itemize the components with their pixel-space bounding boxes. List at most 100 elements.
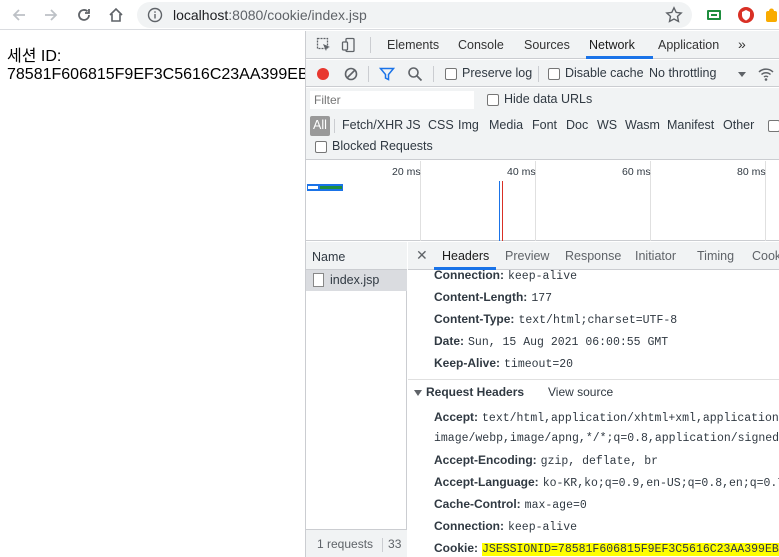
header-key: Cache-Control: xyxy=(434,497,521,511)
back-arrow-icon xyxy=(12,9,25,21)
url-text: localhost:8080/cookie/index.jsp xyxy=(173,7,367,23)
more-tabs-button[interactable]: » xyxy=(738,36,746,52)
home-button[interactable] xyxy=(106,5,126,25)
header-key: Cookie: xyxy=(434,541,479,555)
response-header-row: Content-Length: 177 xyxy=(434,290,552,305)
network-overview: 20 ms 40 ms 60 ms 80 ms xyxy=(306,161,779,241)
filter-funnel-icon[interactable] xyxy=(379,66,395,82)
reload-button[interactable] xyxy=(74,5,94,25)
expand-triangle-icon xyxy=(414,389,422,396)
tab-application[interactable]: Application xyxy=(658,38,719,52)
hide-data-urls-checkbox[interactable] xyxy=(487,94,499,106)
header-value: gzip, deflate, br xyxy=(540,455,658,468)
request-headers-title: Request Headers xyxy=(426,385,525,399)
header-value: ko-KR,ko;q=0.9,en-US;q=0.8,en;q=0.7 xyxy=(542,477,779,490)
header-value: timeout=20 xyxy=(504,358,574,371)
detail-tab-preview[interactable]: Preview xyxy=(505,249,549,263)
active-tab-indicator xyxy=(586,56,653,59)
throttling-select[interactable]: No throttling xyxy=(649,66,716,80)
address-bar[interactable]: localhost:8080/cookie/index.jsp xyxy=(137,2,692,28)
disable-cache-checkbox[interactable] xyxy=(548,68,560,80)
waterfall-bar-gap xyxy=(308,186,318,189)
type-filter-doc[interactable]: Doc xyxy=(562,116,592,136)
type-filter-wasm[interactable]: Wasm xyxy=(621,116,664,136)
header-key: Connection: xyxy=(434,519,504,533)
request-headers-section-toggle[interactable]: Request Headers xyxy=(414,385,524,399)
request-header-row: Accept-Language: ko-KR,ko;q=0.9,en-US;q=0… xyxy=(434,475,779,490)
overview-tick: 20 ms xyxy=(392,166,421,178)
dropdown-arrow-icon[interactable] xyxy=(734,66,750,82)
request-header-row: Cache-Control: max-age=0 xyxy=(434,497,587,512)
request-detail: ✕ Headers Preview Response Initiator Tim… xyxy=(408,242,779,557)
tab-sources[interactable]: Sources xyxy=(524,38,570,52)
extension-puzzle-icon[interactable] xyxy=(764,5,779,25)
detail-tab-initiator[interactable]: Initiator xyxy=(635,249,676,263)
preserve-log-checkbox[interactable] xyxy=(445,68,457,80)
request-row[interactable]: index.jsp xyxy=(306,270,407,291)
record-icon[interactable] xyxy=(315,66,331,82)
header-value: keep-alive xyxy=(508,521,578,534)
home-icon xyxy=(109,7,123,22)
detail-tab-cookies[interactable]: Cook xyxy=(752,249,779,263)
header-value: max-age=0 xyxy=(524,499,587,512)
name-column-header[interactable]: Name xyxy=(306,242,407,270)
header-key: Accept-Encoding: xyxy=(434,453,537,467)
has-blocked-cookies-checkbox[interactable] xyxy=(768,120,779,132)
forward-button[interactable] xyxy=(41,5,61,25)
devtools-panel: Elements Console Sources Network Applica… xyxy=(305,31,779,557)
session-id-value: 78581F606815F9EF3C5616C23AA399EB xyxy=(7,66,309,83)
type-filter-other[interactable]: Other xyxy=(719,116,758,136)
blocked-requests-label: Blocked Requests xyxy=(332,139,433,153)
url-host: localhost xyxy=(173,7,229,23)
detail-tabbar: ✕ Headers Preview Response Initiator Tim… xyxy=(408,242,779,270)
back-button[interactable] xyxy=(9,5,29,25)
document-file-icon xyxy=(313,273,324,287)
blocked-requests-checkbox[interactable] xyxy=(315,141,327,153)
response-header-row: Date: Sun, 15 Aug 2021 06:00:55 GMT xyxy=(434,334,668,349)
detail-tab-timing[interactable]: Timing xyxy=(697,249,734,263)
type-filter-all[interactable]: All xyxy=(310,116,330,136)
extension-screen-icon[interactable] xyxy=(704,5,724,25)
request-list: Name index.jsp 1 requests 33 xyxy=(306,242,407,557)
clear-icon[interactable] xyxy=(343,66,359,82)
status-bar: 1 requests 33 xyxy=(306,529,407,557)
request-count: 1 requests xyxy=(317,537,374,551)
header-value: 177 xyxy=(531,292,553,305)
header-key: Connection: xyxy=(434,268,504,282)
bookmark-star-icon[interactable] xyxy=(665,6,683,24)
dom-content-loaded-line xyxy=(499,181,500,241)
detail-tab-response[interactable]: Response xyxy=(565,249,621,263)
network-conditions-icon[interactable] xyxy=(758,66,774,82)
header-value-continuation: image/webp,image/apng,*/*;q=0.8,applicat… xyxy=(434,432,779,445)
session-label: 세션 ID: xyxy=(7,48,62,65)
type-filter-fetch-xhr[interactable]: Fetch/XHR xyxy=(338,116,407,136)
preserve-log-label: Preserve log xyxy=(462,66,533,80)
search-icon[interactable] xyxy=(407,66,423,82)
detail-tab-headers[interactable]: Headers xyxy=(442,249,489,263)
overview-tick: 80 ms xyxy=(737,166,766,178)
filter-input[interactable] xyxy=(310,91,474,109)
browser-toolbar: localhost:8080/cookie/index.jsp xyxy=(0,0,779,30)
transfer-size: 33 xyxy=(388,537,402,551)
device-toolbar-icon[interactable] xyxy=(341,37,357,53)
inspect-element-icon[interactable] xyxy=(316,37,332,53)
close-detail-icon[interactable]: ✕ xyxy=(416,247,428,264)
site-info-icon[interactable] xyxy=(147,7,163,23)
type-filter-ws[interactable]: WS xyxy=(593,116,621,136)
type-filter-manifest[interactable]: Manifest xyxy=(663,116,718,136)
response-header-row: Content-Type: text/html;charset=UTF-8 xyxy=(434,312,677,327)
overview-tick: 40 ms xyxy=(507,166,536,178)
type-filter-js[interactable]: JS xyxy=(402,116,425,136)
type-filter-css[interactable]: CSS xyxy=(424,116,458,136)
type-filter-media[interactable]: Media xyxy=(485,116,527,136)
type-filter-font[interactable]: Font xyxy=(528,116,561,136)
tab-network[interactable]: Network xyxy=(589,38,635,52)
type-filter-img[interactable]: Img xyxy=(454,116,483,136)
response-header-row: Connection: keep-alive xyxy=(434,268,577,283)
extension-shield-icon[interactable] xyxy=(736,5,756,25)
forward-arrow-icon xyxy=(45,9,58,21)
view-source-link[interactable]: View source xyxy=(548,385,613,399)
devtools-tabbar: Elements Console Sources Network Applica… xyxy=(306,31,779,59)
tab-console[interactable]: Console xyxy=(458,38,504,52)
tab-elements[interactable]: Elements xyxy=(387,38,439,52)
